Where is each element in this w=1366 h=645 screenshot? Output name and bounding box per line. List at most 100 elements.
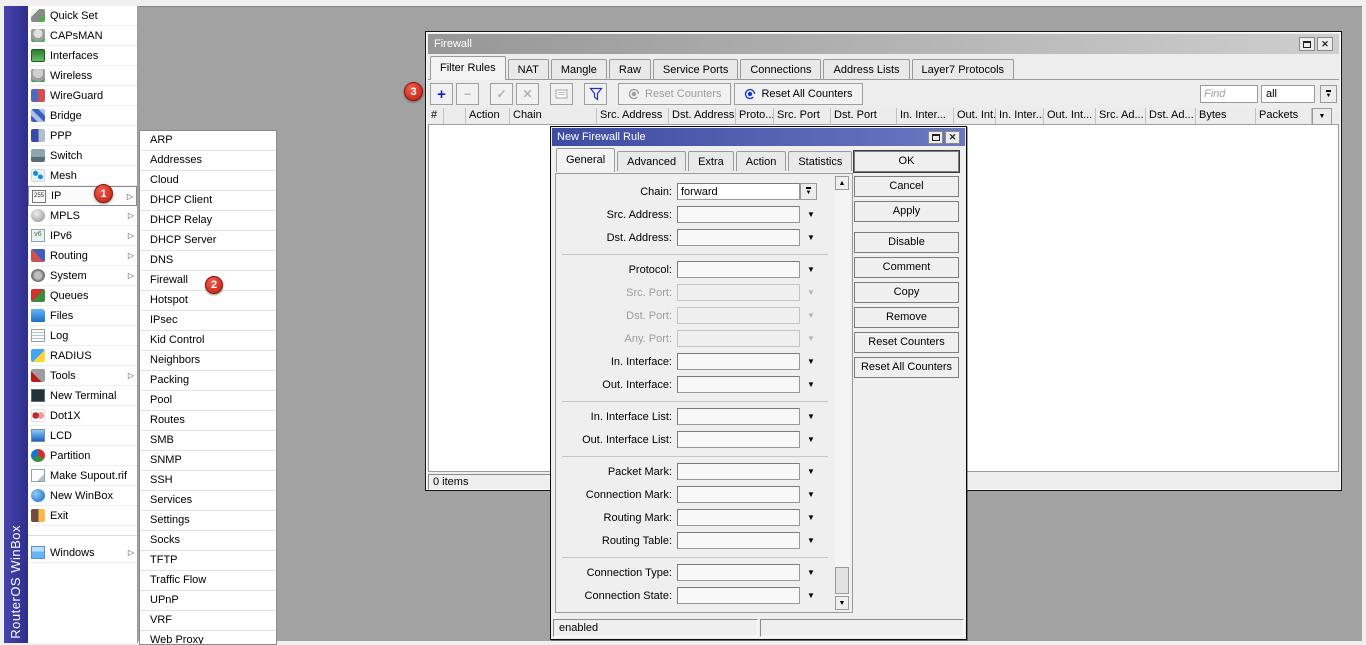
dialog-tab[interactable]: Advanced [617, 151, 686, 171]
sidebar-item[interactable]: Routing [28, 246, 137, 266]
dropdown-arrow-icon[interactable] [807, 211, 815, 219]
dialog-close-button[interactable]: ✕ [945, 131, 960, 144]
dropdown-arrow-icon[interactable] [807, 436, 815, 444]
dialog-tab[interactable]: Extra [688, 151, 734, 171]
sidebar-item[interactable]: IPv6 [28, 226, 137, 246]
field-input[interactable] [677, 431, 800, 448]
submenu-item[interactable]: SNMP [140, 451, 276, 471]
submenu-item[interactable]: DNS [140, 251, 276, 271]
sidebar-item[interactable]: IP [28, 186, 137, 206]
field-input[interactable] [677, 408, 800, 425]
remove-rule-button[interactable]: − [456, 83, 479, 105]
sidebar-item[interactable]: Switch [28, 146, 137, 166]
submenu-item[interactable]: ARP [140, 131, 276, 151]
submenu-item[interactable]: Traffic Flow [140, 571, 276, 591]
submenu-item[interactable]: IPsec [140, 311, 276, 331]
submenu-item[interactable]: DHCP Client [140, 191, 276, 211]
column-header[interactable]: In. Inter... [897, 108, 954, 125]
submenu-item[interactable]: UPnP [140, 591, 276, 611]
reset-all-counters-button[interactable]: Reset All Counters [734, 83, 862, 105]
find-input[interactable] [1200, 85, 1258, 103]
submenu-item[interactable]: Routes [140, 411, 276, 431]
sidebar-item[interactable]: LCD [28, 426, 137, 446]
firewall-tab[interactable]: Address Lists [823, 59, 909, 79]
sidebar-item[interactable]: Exit [28, 506, 137, 526]
sidebar-item[interactable]: Interfaces [28, 46, 137, 66]
firewall-tab[interactable]: Filter Rules [430, 56, 506, 80]
sidebar-item[interactable]: New WinBox [28, 486, 137, 506]
dropdown-arrow-icon[interactable] [807, 312, 815, 320]
field-input[interactable] [677, 486, 800, 503]
field-input[interactable] [677, 284, 800, 301]
submenu-item[interactable]: DHCP Relay [140, 211, 276, 231]
sidebar-item[interactable]: Bridge [28, 106, 137, 126]
enable-rule-button[interactable]: ✓ [490, 83, 513, 105]
dropdown-arrow-icon[interactable] [807, 266, 815, 274]
dropdown-arrow-icon[interactable] [807, 234, 815, 242]
submenu-item[interactable]: Addresses [140, 151, 276, 171]
sidebar-item[interactable]: Files [28, 306, 137, 326]
combo-dropdown-button[interactable] [800, 183, 817, 200]
dialog-tab[interactable]: Statistics [788, 151, 852, 171]
sidebar-item[interactable]: System [28, 266, 137, 286]
field-input[interactable] [677, 587, 800, 604]
firewall-tab[interactable]: Mangle [551, 59, 607, 79]
sidebar-item[interactable]: WireGuard [28, 86, 137, 106]
field-input[interactable] [677, 509, 800, 526]
sidebar-item[interactable]: Queues [28, 286, 137, 306]
column-header[interactable]: Chain [510, 108, 597, 125]
scrollbar-thumb[interactable] [835, 567, 849, 594]
sidebar-item[interactable]: Dot1X [28, 406, 137, 426]
sidebar-item[interactable]: New Terminal [28, 386, 137, 406]
submenu-item[interactable]: Hotspot [140, 291, 276, 311]
dialog-button[interactable]: Reset Counters [854, 332, 959, 353]
dropdown-arrow-icon[interactable] [807, 358, 815, 366]
dialog-scrollbar[interactable] [835, 176, 850, 610]
sidebar-item[interactable]: Mesh [28, 166, 137, 186]
firewall-tab[interactable]: Connections [740, 59, 821, 79]
sidebar-item[interactable]: RADIUS [28, 346, 137, 366]
dialog-tab[interactable]: Action [736, 151, 787, 171]
column-header[interactable]: Out. Int... [1044, 108, 1096, 125]
dialog-button[interactable]: Comment [854, 257, 959, 278]
submenu-item[interactable]: Packing [140, 371, 276, 391]
close-button[interactable]: ✕ [1317, 37, 1333, 51]
column-header[interactable]: Packets [1256, 108, 1312, 125]
firewall-tab[interactable]: NAT [508, 59, 549, 79]
sidebar-item[interactable]: Partition [28, 446, 137, 466]
reset-counters-button[interactable]: Reset Counters [618, 83, 731, 105]
dialog-button[interactable]: OK [854, 151, 959, 172]
column-header[interactable]: Dst. Address [669, 108, 736, 125]
column-header[interactable]: Src. Port [774, 108, 831, 125]
dropdown-arrow-icon[interactable] [807, 468, 815, 476]
submenu-item[interactable]: SSH [140, 471, 276, 491]
column-header[interactable]: # [428, 108, 444, 125]
column-header[interactable]: Bytes [1196, 108, 1256, 125]
sidebar-item[interactable] [28, 526, 137, 543]
dropdown-arrow-icon[interactable] [807, 335, 815, 343]
field-input[interactable] [677, 261, 800, 278]
submenu-item[interactable]: Neighbors [140, 351, 276, 371]
dialog-maximize-button[interactable] [928, 131, 943, 144]
disable-rule-button[interactable]: ✕ [516, 83, 539, 105]
column-header[interactable]: Src. Address [597, 108, 669, 125]
dropdown-arrow-icon[interactable] [807, 381, 815, 389]
column-header[interactable]: In. Inter... [996, 108, 1044, 125]
submenu-item[interactable]: SMB [140, 431, 276, 451]
dialog-button[interactable]: Cancel [854, 176, 959, 197]
add-rule-button[interactable]: + [430, 83, 453, 105]
column-settings-button[interactable] [1312, 108, 1332, 125]
filter-scope-select[interactable]: all [1261, 85, 1315, 103]
field-input[interactable] [677, 229, 800, 246]
column-header[interactable]: Dst. Port [831, 108, 897, 125]
dropdown-arrow-icon[interactable] [807, 592, 815, 600]
dialog-button[interactable]: Remove [854, 307, 959, 328]
sidebar-item[interactable]: PPP [28, 126, 137, 146]
dialog-button[interactable]: Apply [854, 201, 959, 222]
sidebar-item[interactable]: Make Supout.rif [28, 466, 137, 486]
sidebar-item[interactable]: Tools [28, 366, 137, 386]
field-input[interactable] [677, 353, 800, 370]
filter-button[interactable] [584, 83, 607, 105]
comment-rule-button[interactable] [550, 83, 573, 105]
filter-scope-dropdown-button[interactable] [1320, 85, 1337, 103]
